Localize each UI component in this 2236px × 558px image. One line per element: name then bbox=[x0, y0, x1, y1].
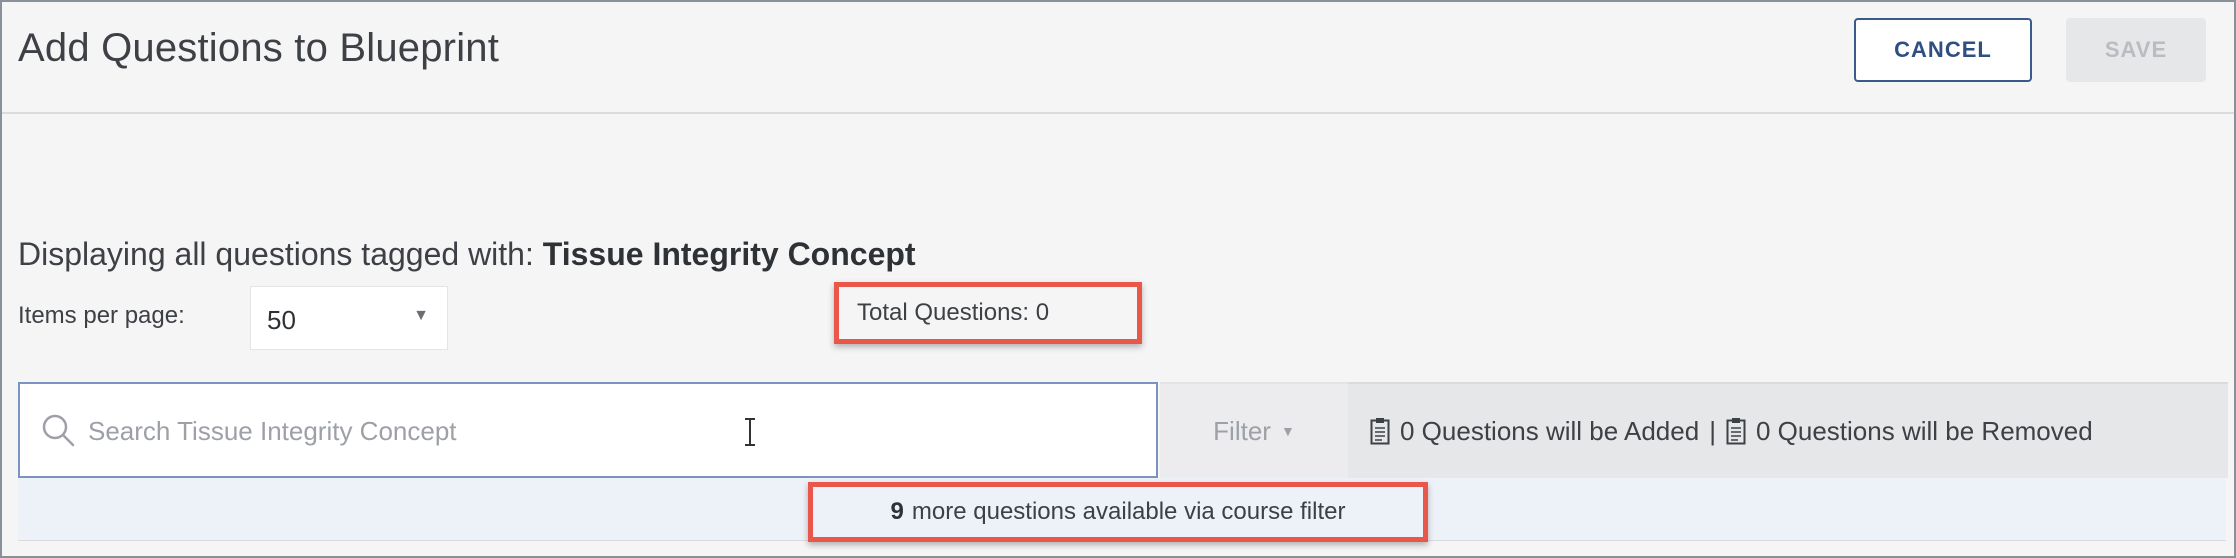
more-questions-count: 9 bbox=[890, 498, 904, 525]
questions-removed-count: 0 Questions will be Removed bbox=[1755, 415, 2093, 446]
items-per-page-value: 50 bbox=[267, 305, 296, 335]
filter-dropdown-button[interactable]: Filter ▼ bbox=[1160, 382, 1348, 478]
questions-added-count: 0 Questions will be Added bbox=[1400, 415, 1700, 446]
cancel-button[interactable]: CANCEL bbox=[1854, 18, 2032, 82]
clipboard-icon bbox=[1726, 418, 1746, 445]
save-button[interactable]: SAVE bbox=[2066, 18, 2206, 82]
total-questions-count: Total Questions: 0 bbox=[857, 299, 1050, 326]
separator: | bbox=[1709, 415, 1716, 446]
filter-label: Filter bbox=[1213, 415, 1271, 446]
tag-description-prefix: Displaying all questions tagged with: bbox=[18, 236, 534, 272]
items-per-page-label: Items per page: bbox=[18, 302, 185, 329]
search-input[interactable] bbox=[86, 404, 1130, 458]
search-icon bbox=[42, 414, 75, 447]
clipboard-icon bbox=[1370, 418, 1390, 445]
header-bar: Add Questions to Blueprint CANCEL SAVE bbox=[2, 2, 2234, 114]
more-questions-text: more questions available via course filt… bbox=[911, 498, 1346, 525]
more-questions-link[interactable]: 9 more questions available via course fi… bbox=[808, 482, 1428, 542]
page-title: Add Questions to Blueprint bbox=[18, 26, 500, 70]
caret-down-icon: ▼ bbox=[1280, 423, 1295, 439]
changes-summary: 0 Questions will be Added | 0 Questions … bbox=[1348, 382, 2228, 478]
dialog-frame: Add Questions to Blueprint CANCEL SAVE D… bbox=[0, 0, 2236, 558]
total-questions-highlight: Total Questions: 0 bbox=[834, 282, 1142, 344]
caret-down-icon: ▼ bbox=[413, 307, 429, 324]
tag-name: Tissue Integrity Concept bbox=[542, 236, 916, 272]
tag-description: Displaying all questions tagged with: Ti… bbox=[18, 236, 916, 273]
text-cursor-icon bbox=[745, 418, 755, 446]
items-per-page-select[interactable]: 50 ▼ bbox=[250, 286, 448, 350]
search-field[interactable] bbox=[18, 382, 1158, 478]
